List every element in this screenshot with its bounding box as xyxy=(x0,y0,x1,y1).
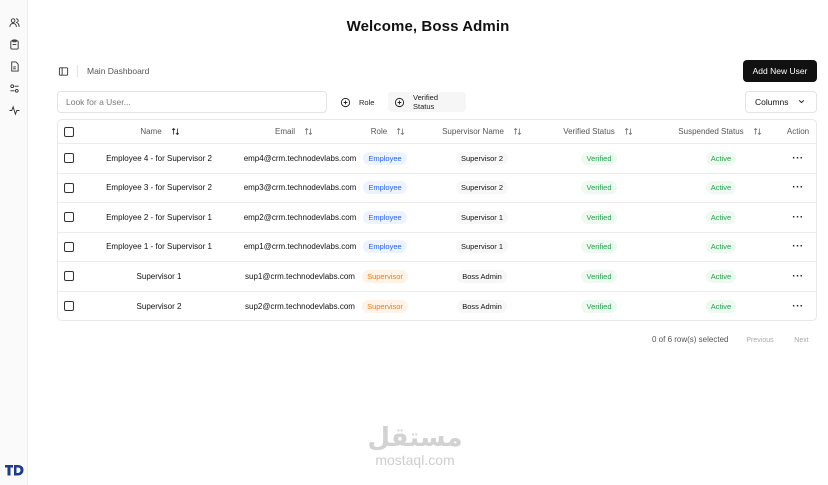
row-checkbox[interactable] xyxy=(62,203,76,232)
verified-badge: Verified xyxy=(581,181,617,195)
page-title: Welcome, Boss Admin xyxy=(346,18,510,35)
suspended-badge: Active xyxy=(705,269,737,283)
row-checkbox[interactable] xyxy=(62,144,76,173)
watermark-arabic: مستقل xyxy=(367,423,463,453)
column-header-supervisor[interactable]: Supervisor Name xyxy=(426,120,538,143)
column-header-verified[interactable]: Verified Status xyxy=(548,120,648,143)
column-header-label: Supervisor Name xyxy=(442,127,504,136)
more-actions-icon[interactable]: ··· xyxy=(792,241,804,252)
sidebar xyxy=(0,0,28,485)
row-checkbox[interactable] xyxy=(62,262,76,291)
supervisor-badge: Supervisor 2 xyxy=(455,151,509,165)
search-input[interactable] xyxy=(57,91,327,113)
row-checkbox[interactable] xyxy=(62,292,76,321)
column-header-suspended[interactable]: Suspended Status xyxy=(662,120,778,143)
column-header-role[interactable]: Role xyxy=(348,120,428,143)
columns-label: Columns xyxy=(755,97,789,107)
supervisor-badge: Supervisor 2 xyxy=(455,181,509,195)
watermark-latin: mostaql.com xyxy=(375,452,455,468)
role-filter-button[interactable]: Role xyxy=(334,92,382,112)
sort-icon[interactable] xyxy=(624,127,633,136)
column-header-name[interactable]: Name xyxy=(110,120,210,143)
sort-icon[interactable] xyxy=(171,127,180,136)
previous-button[interactable]: Previous xyxy=(739,331,781,349)
verified-filter-button[interactable]: Verified Status xyxy=(388,92,466,112)
role-badge: Employee xyxy=(363,210,407,224)
users-icon[interactable] xyxy=(7,15,21,29)
breadcrumb-label[interactable]: Main Dashboard xyxy=(87,66,149,76)
role-badge: Employee xyxy=(363,240,407,254)
sort-icon[interactable] xyxy=(396,127,405,136)
column-header-label: Role xyxy=(370,127,388,136)
row-checkbox[interactable] xyxy=(62,233,76,262)
table-row[interactable]: Employee 2 - for Supervisor 1 emp2@crm.t… xyxy=(58,203,816,233)
clipboard-icon[interactable] xyxy=(7,37,21,51)
columns-dropdown[interactable]: Columns xyxy=(745,91,817,113)
more-actions-icon[interactable]: ··· xyxy=(792,301,804,312)
role-badge: Supervisor xyxy=(362,299,408,313)
table-header-row: Name Email Role Supervisor Name Verified… xyxy=(58,120,816,144)
more-actions-icon[interactable]: ··· xyxy=(792,212,804,223)
sort-icon[interactable] xyxy=(753,127,762,136)
selection-count: 0 of 6 row(s) selected xyxy=(652,335,729,344)
plus-circle-icon xyxy=(340,97,351,108)
verified-badge: Verified xyxy=(581,240,617,254)
verified-badge: Verified xyxy=(581,269,617,283)
supervisor-badge: Supervisor 1 xyxy=(455,240,509,254)
app-logo xyxy=(4,463,24,477)
supervisor-badge: Boss Admin xyxy=(457,299,507,313)
plus-circle-icon xyxy=(394,97,405,108)
suspended-badge: Active xyxy=(705,210,737,224)
supervisor-badge: Supervisor 1 xyxy=(455,210,509,224)
table-row[interactable]: Supervisor 1 sup1@crm.technodevlabs.com … xyxy=(58,262,816,292)
suspended-badge: Active xyxy=(705,181,737,195)
verified-badge: Verified xyxy=(581,299,617,313)
watermark: مستقل mostaql.com xyxy=(350,423,480,467)
column-header-label: Email xyxy=(274,127,295,136)
add-user-button[interactable]: Add New User xyxy=(743,60,817,82)
verified-badge: Verified xyxy=(581,151,617,165)
column-header-label: Suspended Status xyxy=(678,127,744,136)
sort-icon[interactable] xyxy=(304,127,313,136)
verified-badge: Verified xyxy=(581,210,617,224)
column-header-action: Action xyxy=(782,120,814,143)
sidebar-toggle-icon[interactable] xyxy=(57,65,69,77)
column-header-label: Action xyxy=(786,127,810,136)
sliders-icon[interactable] xyxy=(7,81,21,95)
users-table: Name Email Role Supervisor Name Verified… xyxy=(57,119,817,321)
more-actions-icon[interactable]: ··· xyxy=(792,271,804,282)
table-row[interactable]: Employee 3 - for Supervisor 2 emp3@crm.t… xyxy=(58,174,816,203)
table-row[interactable]: Supervisor 2 sup2@crm.technodevlabs.com … xyxy=(58,292,816,321)
supervisor-badge: Boss Admin xyxy=(457,269,507,283)
table-row[interactable]: Employee 4 - for Supervisor 2 emp4@crm.t… xyxy=(58,144,816,174)
column-header-label: Verified Status xyxy=(563,127,615,136)
breadcrumb-divider xyxy=(77,65,78,77)
suspended-badge: Active xyxy=(705,240,737,254)
more-actions-icon[interactable]: ··· xyxy=(792,153,804,164)
document-icon[interactable] xyxy=(7,59,21,73)
next-button[interactable]: Next xyxy=(786,331,817,349)
table-row[interactable]: Employee 1 - for Supervisor 1 emp1@crm.t… xyxy=(58,233,816,262)
role-badge: Supervisor xyxy=(362,269,408,283)
role-badge: Employee xyxy=(363,151,407,165)
select-all-checkbox[interactable] xyxy=(62,120,76,143)
sort-icon[interactable] xyxy=(513,127,522,136)
activity-icon[interactable] xyxy=(7,103,21,117)
verified-filter-label: Verified Status xyxy=(413,93,439,111)
role-filter-label: Role xyxy=(359,97,375,107)
suspended-badge: Active xyxy=(705,299,737,313)
suspended-badge: Active xyxy=(705,151,737,165)
row-checkbox[interactable] xyxy=(62,174,76,203)
more-actions-icon[interactable]: ··· xyxy=(792,182,804,193)
column-header-label: Name xyxy=(140,127,162,136)
column-header-email[interactable]: Email xyxy=(244,120,344,143)
chevron-down-icon xyxy=(797,97,806,108)
breadcrumb: Main Dashboard xyxy=(57,64,149,78)
role-badge: Employee xyxy=(363,181,407,195)
